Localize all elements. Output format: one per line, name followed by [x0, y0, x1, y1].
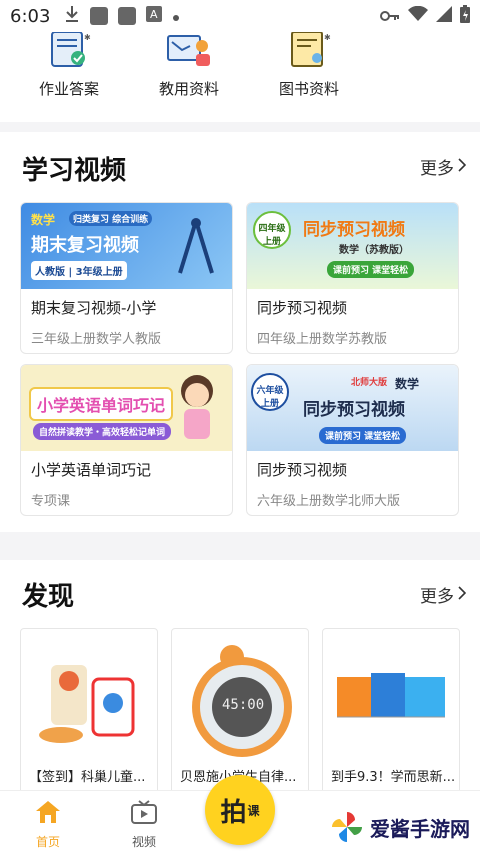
- video-subtitle: 三年级上册数学人教版: [31, 332, 162, 347]
- quick-link-label: 图书资料: [278, 80, 339, 98]
- thumb-pill: 课前预习 课堂轻松: [327, 261, 415, 278]
- teaching-material-icon: [164, 32, 214, 70]
- more-label: 更多: [420, 587, 454, 607]
- product-card[interactable]: 45:00 贝恩施小学生自律...: [171, 628, 309, 798]
- video-card[interactable]: 六年级上册 北师大版 数学 同步预习视频 课前预习 课堂轻松 同步预习视频 六年…: [246, 364, 459, 516]
- video-card[interactable]: 数学 归类复习 综合训练 期末复习视频 人教版 | 3年级上册 期末复习视频-小…: [20, 202, 233, 354]
- video-thumbnail: 六年级上册 北师大版 数学 同步预习视频 课前预习 课堂轻松: [247, 365, 458, 451]
- video-subtitle: 专项课: [31, 494, 71, 509]
- quick-link-label: 作业答案: [38, 80, 99, 98]
- homework-answer-icon: ✱: [44, 31, 94, 70]
- photo-search-button[interactable]: 拍 课: [205, 775, 275, 845]
- thumb-headline: 同步预习视频: [303, 400, 405, 420]
- chevron-right-icon: [458, 585, 467, 605]
- more-button[interactable]: 更多: [420, 154, 467, 179]
- tab-home[interactable]: 首页: [18, 799, 78, 850]
- watermark: 爱酱手游网: [330, 810, 470, 844]
- video-subtitle: 六年级上册数学北师大版: [257, 494, 401, 509]
- product-card[interactable]: 到手9.3！学而思新...: [322, 628, 460, 798]
- thumb-pill: 归类复习 综合训练: [69, 211, 153, 226]
- svg-text:✱: ✱: [324, 33, 331, 42]
- app-notification-icon: [90, 7, 109, 25]
- wifi-icon: [408, 5, 428, 26]
- product-image: [21, 629, 157, 761]
- thumb-tag: 北师大版: [351, 378, 388, 388]
- video-thumbnail: 四年级上册 同步预习视频 数学（苏教版） 课前预习 课堂轻松: [247, 203, 458, 289]
- study-videos-section: 学习视频 更多 数学 归类复习 综合训练 期末复习视频 人教版 | 3年级上册 …: [0, 132, 480, 532]
- video-card[interactable]: 小学英语单词巧记 自然拼读教学・高效轻松记单词 小学英语单词巧记 专项课: [20, 364, 233, 516]
- more-label: 更多: [420, 159, 454, 179]
- fab-label: 拍: [220, 797, 247, 828]
- book-material-icon: ✱: [284, 31, 334, 70]
- product-title: 【签到】科巢儿童...: [29, 770, 146, 785]
- video-title: 小学英语单词巧记: [31, 461, 152, 479]
- thumb-subject: 数学: [395, 377, 420, 391]
- battery-icon: [460, 5, 470, 27]
- section-title: 学习视频: [22, 156, 127, 186]
- pinwheel-logo-icon: [330, 810, 364, 844]
- tab-video[interactable]: 视频: [114, 799, 174, 850]
- video-title: 同步预习视频: [257, 299, 348, 317]
- video-title: 期末复习视频-小学: [31, 299, 157, 317]
- home-icon: [34, 799, 62, 829]
- svg-text:✱: ✱: [84, 33, 91, 42]
- thumb-headline: 同步预习视频: [303, 220, 405, 240]
- video-card[interactable]: 四年级上册 同步预习视频 数学（苏教版） 课前预习 课堂轻松 同步预习视频 四年…: [246, 202, 459, 354]
- chevron-right-icon: [458, 157, 467, 177]
- a-icon: A: [146, 6, 163, 26]
- video-thumbnail: 小学英语单词巧记 自然拼读教学・高效轻松记单词: [21, 365, 232, 451]
- discover-section: 发现 更多 【签到】科巢儿童... 45:00 贝恩施小学生自律... 到手9.…: [0, 560, 480, 798]
- svg-text:A: A: [150, 8, 158, 21]
- timer-display: 45:00: [222, 697, 265, 713]
- thumb-meta: 人教版 | 3年级上册: [31, 261, 127, 280]
- thumb-headline: 小学英语单词巧记: [29, 387, 174, 421]
- product-image: [323, 629, 459, 761]
- fab-badge: 课: [247, 803, 260, 818]
- product-title: 到手9.3！学而思新...: [331, 770, 455, 785]
- more-button[interactable]: 更多: [420, 582, 467, 607]
- section-title: 发现: [22, 582, 75, 612]
- quick-links: ✱ 作业答案 教用资料 ✱ 图书资料: [0, 31, 480, 122]
- thumb-headline: 期末复习视频: [31, 235, 139, 256]
- video-title: 同步预习视频: [257, 461, 348, 479]
- quick-link-teaching-materials[interactable]: 教用资料: [129, 32, 249, 122]
- signal-icon: [436, 6, 452, 26]
- app-notification-icon: [118, 7, 137, 25]
- girl-illustration-icon: [172, 369, 222, 451]
- status-bar: 6:03 A: [0, 0, 480, 32]
- video-thumbnail: 数学 归类复习 综合训练 期末复习视频 人教版 | 3年级上册: [21, 203, 232, 289]
- thumb-pill: 自然拼读教学・高效轻松记单词: [33, 423, 172, 440]
- product-card[interactable]: 【签到】科巢儿童...: [20, 628, 158, 798]
- thumb-grade: 四年级上册: [253, 211, 291, 249]
- thumb-pill: 课前预习 课堂轻松: [319, 427, 407, 444]
- quick-link-label: 教用资料: [158, 80, 219, 98]
- key-icon: [380, 7, 400, 26]
- tab-label: 视频: [131, 835, 156, 849]
- quick-link-book-materials[interactable]: ✱ 图书资料: [249, 31, 369, 122]
- video-icon: [130, 799, 158, 829]
- video-subtitle: 四年级上册数学苏教版: [257, 332, 388, 347]
- compass-icon: [174, 217, 218, 281]
- status-time: 6:03: [10, 5, 51, 27]
- watermark-text: 爱酱手游网: [370, 816, 470, 841]
- thumb-sub: 数学（苏教版）: [339, 245, 409, 256]
- download-icon: [64, 5, 80, 27]
- quick-link-homework-answers[interactable]: ✱ 作业答案: [9, 31, 129, 122]
- product-image: 45:00: [172, 629, 308, 761]
- dot-icon: [172, 7, 180, 26]
- tab-label: 首页: [35, 835, 60, 849]
- thumb-tag: 数学: [31, 213, 56, 227]
- thumb-grade: 六年级上册: [251, 373, 289, 411]
